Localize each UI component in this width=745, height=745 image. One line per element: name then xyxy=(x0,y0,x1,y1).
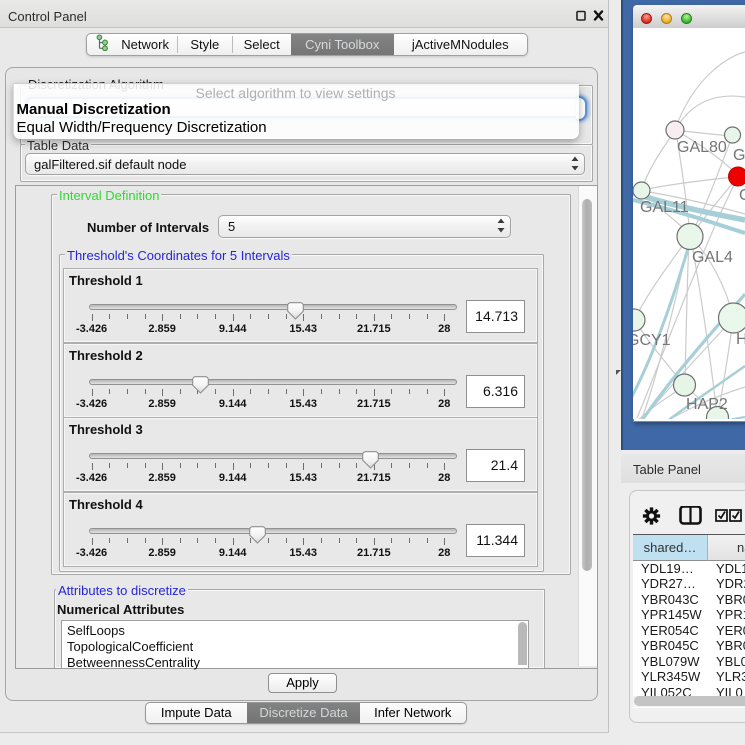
svg-text:HAP2: HAP2 xyxy=(686,396,728,413)
svg-text:GAL4: GAL4 xyxy=(692,249,733,266)
svg-text:C: C xyxy=(739,187,745,204)
svg-text:GAL11: GAL11 xyxy=(640,199,689,216)
svg-text:GCY1: GCY1 xyxy=(633,332,671,349)
svg-text:GAL80: GAL80 xyxy=(677,139,727,156)
svg-text:GA: GA xyxy=(733,147,745,164)
svg-text:H: H xyxy=(736,331,745,348)
